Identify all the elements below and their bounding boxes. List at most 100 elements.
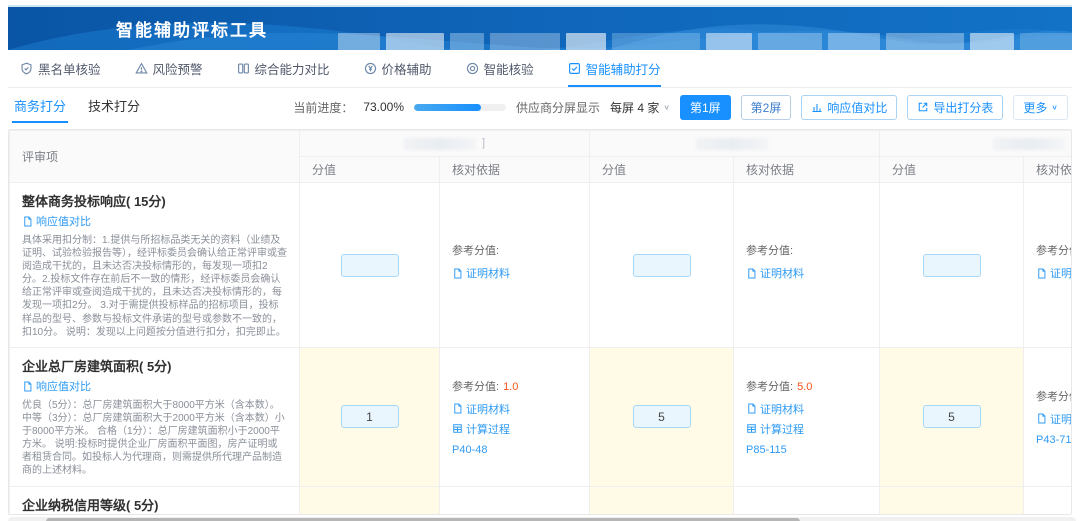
bid-evaluation-app: 智能辅助评标工具 黑名单核验 风险预警 综合能力对比 价格辅助 智能核验 智能辅	[0, 5, 1080, 521]
basis-cell: 参考分值: 证明材料	[733, 182, 880, 348]
progress-label: 当前进度：	[293, 100, 354, 115]
tab-price-assist[interactable]: 价格辅助	[364, 50, 432, 87]
redacted-supplier-name	[992, 137, 1065, 150]
progress-value: 73.00%	[363, 100, 405, 114]
column-header-basis: 核对依据	[1023, 156, 1071, 183]
column-header-item: 评审项	[9, 130, 300, 183]
tab-risk-warning[interactable]: 风险预警	[134, 50, 203, 87]
screen2-button[interactable]: 第2屏	[740, 94, 792, 120]
score-input[interactable]	[340, 405, 399, 429]
doc-icon	[454, 403, 462, 414]
page-title: 智能辅助评标工具	[116, 21, 268, 40]
evidence-material-link[interactable]: 证明材料	[452, 401, 510, 417]
horizontal-scrollbar[interactable]	[8, 517, 1076, 521]
tab-smart-scoring[interactable]: 智能辅助打分	[567, 50, 661, 87]
price-icon	[364, 62, 376, 75]
tab-label: 黑名单核验	[38, 63, 101, 77]
evidence-material-link[interactable]: 证明材料	[746, 401, 804, 417]
supplier-header-3	[879, 130, 1071, 157]
score-cell	[589, 182, 734, 348]
tab-business-scoring[interactable]: 商务打分	[12, 92, 69, 123]
basis-cell: 参考分值: 5.0 证明材料 计算过程 P85-115	[733, 347, 880, 487]
ref-score-label: 参考分值:	[746, 380, 794, 393]
tab-label: 综合能力对比	[254, 63, 330, 77]
score-input[interactable]	[922, 253, 981, 277]
export-score-button[interactable]: 导出打分表	[907, 94, 1004, 120]
tab-label: 价格辅助	[381, 63, 432, 77]
scoring-table-container: 评审项 ] 分值 核对依据 分值 核对依据 分值 核对依据	[8, 129, 1072, 515]
ref-score-label: 参考分值:	[746, 245, 794, 257]
response-compare-button[interactable]: 响应值对比	[801, 94, 898, 120]
screen1-button[interactable]: 第1屏	[679, 94, 731, 120]
criteria-description: 优良（5分）：总厂房建筑面积大于8000平方米（含本数）。 中等（3分）：总厂房…	[22, 399, 285, 477]
criteria-description: 具体采用扣分制：1.提供与所招标品类无关的资料（业绩及证明、试验检验报告等），经…	[22, 234, 287, 338]
score-cell	[299, 485, 440, 514]
response-compare-link[interactable]: 响应值对比	[22, 378, 91, 394]
column-header-basis: 核对依据	[439, 156, 590, 183]
doc-icon	[1038, 413, 1046, 424]
progress-bar	[414, 103, 507, 111]
scoring-toolbar: 商务打分 技术打分 当前进度： 73.00% 供应商分屏显示 每屏 4 家 ∨ …	[8, 91, 1072, 123]
score-cell	[299, 182, 440, 348]
doc-icon	[24, 381, 32, 391]
tab-ability-compare[interactable]: 综合能力对比	[237, 50, 330, 87]
columns-icon	[237, 63, 249, 74]
target-icon	[466, 62, 478, 75]
score-input[interactable]	[340, 253, 399, 277]
score-cell	[299, 347, 440, 487]
column-header-score: 分值	[879, 156, 1024, 183]
basis-cell: 参考分值:5 证明材料 P43-71	[1023, 347, 1071, 487]
criteria-cell: 企业纳税信用等级( 5分) 响应值对比 优良（5分）：最近三年内每年均获得国家税…	[9, 485, 300, 514]
tab-blacklist-check[interactable]: 黑名单核验	[20, 50, 101, 87]
tab-label: 智能核验	[483, 63, 534, 77]
ref-score-value: 5.0	[797, 380, 813, 393]
supplier-header-1: ]	[299, 130, 590, 157]
button-label: 导出打分表	[933, 100, 994, 115]
tab-label: 智能辅助打分	[585, 63, 661, 77]
basis-cell: 参考分值: 证明材料	[439, 182, 590, 348]
shield-icon	[21, 62, 32, 75]
score-input[interactable]	[922, 405, 981, 429]
page-reference-link[interactable]: P85-115	[746, 444, 867, 456]
redacted-mosaic	[338, 33, 1072, 50]
score-cell	[879, 485, 1024, 514]
evidence-material-link[interactable]: 证明材料	[1036, 265, 1071, 281]
check-square-icon	[568, 63, 580, 74]
evidence-material-link[interactable]: 证明材料	[1036, 411, 1071, 427]
column-header-score: 分值	[299, 156, 440, 183]
calc-process-link[interactable]: 计算过程	[746, 421, 804, 437]
evidence-material-link[interactable]: 证明材料	[746, 265, 804, 281]
more-button[interactable]: 更多 ∨	[1013, 94, 1068, 120]
response-compare-link[interactable]: 响应值对比	[22, 213, 91, 229]
ref-score-label: 参考分值:	[452, 380, 500, 393]
basis-cell: 参考分值: 1.0 证明材料 计算过程 P40-48	[439, 347, 590, 487]
doc-icon	[24, 216, 32, 226]
bar-chart-icon	[812, 104, 822, 113]
doc-icon	[1038, 268, 1046, 278]
criteria-row: 企业总厂房建筑面积( 5分) 响应值对比 优良（5分）：总厂房建筑面积大于800…	[9, 347, 1071, 487]
toolbar-controls: 当前进度： 73.00% 供应商分屏显示 每屏 4 家 ∨ 第1屏 第2屏 响应…	[293, 94, 1068, 120]
button-label: 更多	[1023, 100, 1048, 115]
basis-cell: 参考分值: 证明材料	[1023, 182, 1071, 348]
page-reference-link[interactable]: P40-48	[452, 444, 577, 456]
calc-process-link[interactable]: 计算过程	[452, 421, 510, 437]
doc-icon	[748, 403, 756, 414]
per-screen-value: 每屏 4 家	[610, 100, 660, 115]
export-icon	[919, 102, 928, 112]
evidence-material-link[interactable]: 证明材料	[452, 265, 510, 281]
criteria-row: 整体商务投标响应( 15分) 响应值对比 具体采用扣分制：1.提供与所招标品类无…	[9, 182, 1071, 348]
chevron-down-icon: ∨	[663, 102, 670, 111]
criteria-row: 企业纳税信用等级( 5分) 响应值对比 优良（5分）：最近三年内每年均获得国家税…	[9, 485, 1071, 514]
calc-icon	[453, 424, 462, 434]
ref-score-label: 参考分值:	[452, 245, 500, 257]
doc-icon	[454, 268, 462, 278]
criteria-title: 企业纳税信用等级( 5分)	[22, 497, 159, 513]
basis-cell: 参考分值:4.0 证明材料 计算过程 信息验真 P53-54	[439, 485, 590, 514]
basis-cell: 参考分值:5.0 证明材料 计算过程 信息验真 P129-134	[733, 485, 880, 514]
tab-smart-verify[interactable]: 智能核验	[466, 50, 534, 87]
page-reference-link[interactable]: P43-71	[1036, 434, 1071, 446]
score-input[interactable]	[632, 253, 691, 277]
per-screen-select[interactable]: 每屏 4 家 ∨	[610, 99, 670, 116]
tab-technical-scoring[interactable]: 技术打分	[86, 92, 142, 123]
score-input[interactable]	[632, 405, 691, 429]
